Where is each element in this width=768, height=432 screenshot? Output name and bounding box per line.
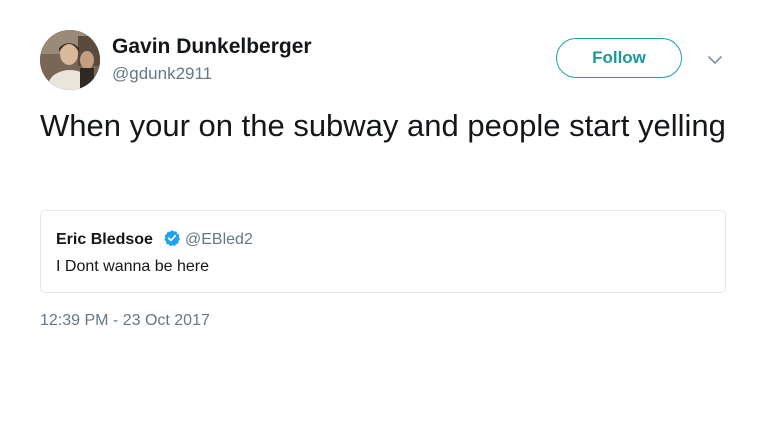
verified-badge-icon — [163, 229, 181, 247]
quoted-tweet-text: I Dont wanna be here — [56, 258, 209, 275]
quoted-tweet[interactable]: Eric Bledsoe @EBled2 I Dont wanna be her… — [40, 210, 726, 293]
tweet-card: Gavin Dunkelberger @gdunk2911 Follow Whe… — [0, 0, 768, 432]
chevron-down-icon[interactable] — [704, 52, 726, 68]
follow-button[interactable]: Follow — [556, 38, 682, 78]
author-name[interactable]: Gavin Dunkelberger — [112, 35, 312, 59]
avatar-photo — [40, 30, 100, 90]
avatar[interactable] — [40, 30, 100, 90]
author-handle[interactable]: @gdunk2911 — [112, 64, 212, 84]
tweet-timestamp[interactable]: 12:39 PM - 23 Oct 2017 — [40, 312, 210, 330]
quoted-author-handle[interactable]: @EBled2 — [185, 231, 253, 249]
quoted-author-name[interactable]: Eric Bledsoe — [56, 231, 153, 249]
tweet-text: When your on the subway and people start… — [40, 108, 726, 143]
